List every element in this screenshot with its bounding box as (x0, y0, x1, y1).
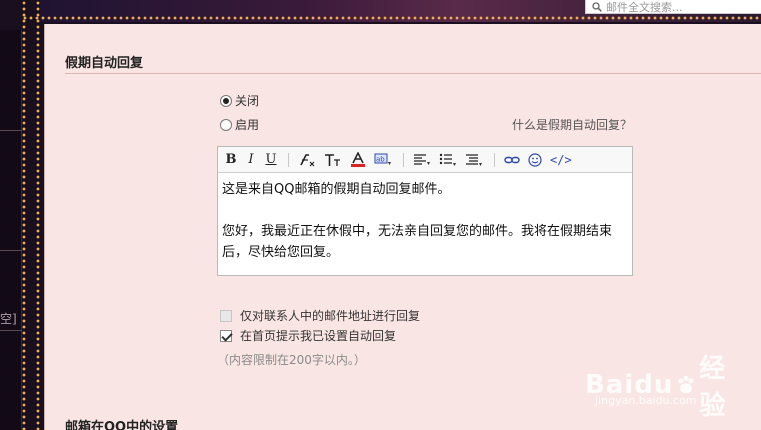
font-size-icon (325, 153, 340, 166)
radio-on[interactable]: 启用 (220, 116, 259, 133)
contacts-only-checkbox[interactable] (220, 309, 232, 322)
smiley-icon (528, 152, 542, 167)
contacts-only-option[interactable]: 仅对联系人中的邮件地址进行回复 (220, 307, 420, 324)
what-is-vacation-reply-link[interactable]: 什么是假期自动回复？ (512, 116, 632, 133)
left-divider (0, 130, 22, 131)
emoji-button[interactable] (525, 151, 545, 169)
editor-toolbar: B I U ab </> (218, 147, 632, 173)
radio-on-label: 启用 (235, 118, 260, 132)
align-button[interactable] (410, 151, 434, 169)
bullet-list-icon (439, 153, 456, 166)
vacation-reply-title: 假期自动回复 (65, 56, 144, 71)
underline-button[interactable]: U (262, 151, 280, 169)
html-source-button[interactable]: </> (547, 151, 575, 169)
reply-line-2: 您好，我最近正在休假中，无法亲自回复您的邮件。我将在假期结束后，尽快给您回复。 (222, 224, 613, 260)
qq-settings-title: 邮箱在QQ中的设置 (65, 420, 179, 430)
left-divider (0, 250, 22, 251)
font-color-button[interactable] (347, 151, 369, 169)
insert-link-button[interactable] (501, 151, 523, 169)
toolbar-separator (288, 152, 289, 167)
align-left-icon (414, 153, 430, 165)
reply-content-area[interactable]: 这是来自QQ邮箱的假期自动回复邮件。 您好，我最近正在休假中，无法亲自回复您的邮… (218, 173, 632, 269)
radio-off-label: 关闭 (235, 94, 260, 108)
light-dots-decoration (22, 16, 761, 20)
font-color-icon (351, 152, 365, 167)
section-divider (65, 73, 761, 74)
search-placeholder: 邮件全文搜索... (606, 0, 683, 14)
light-dots-decoration (36, 0, 40, 430)
baidu-watermark: Baidu 经验 jingyan.baidu.com (585, 348, 745, 421)
homepage-notice-checkbox[interactable] (220, 329, 232, 342)
radio-on-indicator[interactable] (220, 118, 232, 131)
mail-search-input[interactable]: 邮件全文搜索... (585, 0, 761, 14)
watermark-label: 经验 (699, 354, 727, 421)
indent-button[interactable] (462, 151, 486, 169)
homepage-notice-label: 在首页提示我已设置自动回复 (240, 329, 397, 343)
content-limit-note: （内容限制在200字以内。） (217, 353, 366, 367)
search-icon (592, 1, 602, 12)
link-icon (504, 156, 520, 163)
bold-button[interactable]: B (222, 151, 240, 169)
font-family-icon (300, 153, 315, 166)
svg-text:ab: ab (376, 155, 385, 163)
watermark-url: jingyan.baidu.com (595, 394, 697, 407)
toolbar-separator (403, 152, 404, 167)
radio-off-indicator[interactable] (220, 94, 232, 107)
left-clipped-text: 空] (0, 312, 17, 326)
contacts-only-label: 仅对联系人中的邮件地址进行回复 (240, 309, 421, 323)
italic-button[interactable]: I (242, 151, 260, 169)
homepage-notice-option[interactable]: 在首页提示我已设置自动回复 (220, 327, 396, 344)
left-nav-panel: 空] (0, 30, 22, 430)
indent-icon (466, 153, 482, 166)
font-family-button[interactable] (295, 151, 319, 169)
reply-editor[interactable]: B I U ab </> 这是来自QQ邮箱的假期自动回复邮件。 您好，我最近正在… (217, 146, 633, 276)
background-color-button[interactable]: ab (371, 151, 395, 169)
font-size-button[interactable] (321, 151, 345, 169)
reply-line-1: 这是来自QQ邮箱的假期自动回复邮件。 (222, 182, 451, 197)
toolbar-separator (494, 152, 495, 167)
bullet-list-button[interactable] (436, 151, 460, 169)
light-dots-decoration (22, 0, 26, 430)
radio-off[interactable]: 关闭 (220, 92, 259, 109)
left-divider (0, 330, 22, 331)
highlight-icon: ab (374, 153, 391, 165)
